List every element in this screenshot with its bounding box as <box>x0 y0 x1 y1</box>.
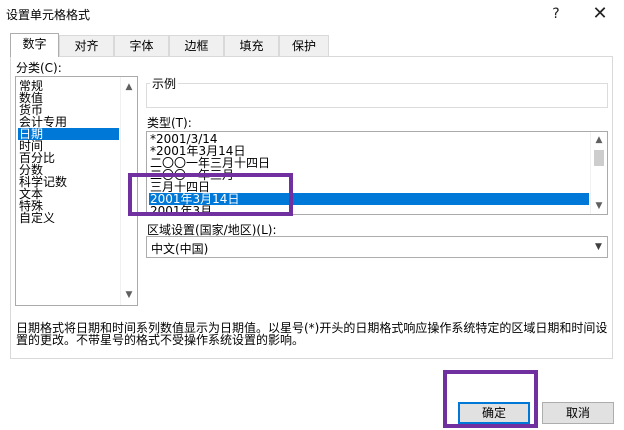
cancel-button[interactable]: 取消 <box>542 402 614 424</box>
scroll-thumb[interactable] <box>594 150 604 166</box>
ok-button[interactable]: 确定 <box>458 402 530 424</box>
tab-alignment[interactable]: 对齐 <box>59 35 114 56</box>
sample-preview <box>146 83 608 108</box>
help-icon[interactable]: ? <box>536 0 576 30</box>
list-item-selected[interactable]: 2001年3月14日 <box>149 193 589 205</box>
locale-select[interactable]: 中文(中国) ▼ <box>146 236 608 258</box>
scroll-up-icon[interactable]: ▲ <box>591 132 607 148</box>
list-item[interactable]: 自定义 <box>18 212 119 224</box>
sample-label: 示例 <box>150 75 179 92</box>
type-label: 类型(T): <box>147 116 192 130</box>
tab-protection[interactable]: 保护 <box>279 35 329 56</box>
chevron-down-icon[interactable]: ▼ <box>590 237 607 257</box>
scroll-down-icon[interactable]: ▼ <box>121 287 137 303</box>
title-bar: 设置单元格格式 ? ✕ <box>0 0 624 30</box>
list-item[interactable]: 2001年3月 <box>149 205 589 214</box>
category-list[interactable]: 常规 数值 货币 会计专用 日期 时间 百分比 分数 科学记数 文本 特殊 自定… <box>15 76 138 306</box>
scroll-up-icon[interactable]: ▲ <box>121 79 137 95</box>
type-scrollbar[interactable]: ▲ ▼ <box>590 132 607 214</box>
tab-border[interactable]: 边框 <box>169 35 224 56</box>
tab-font[interactable]: 字体 <box>114 35 169 56</box>
category-scrollbar[interactable]: ▲ ▼ <box>120 77 137 305</box>
tab-number[interactable]: 数字 <box>10 33 59 57</box>
category-label: 分类(C): <box>16 61 62 75</box>
dialog-title: 设置单元格格式 <box>6 8 91 22</box>
tab-fill[interactable]: 填充 <box>224 35 279 56</box>
format-description: 日期格式将日期和时间系列数值显示为日期值。以星号(*)开头的日期格式响应操作系统… <box>16 321 608 347</box>
scroll-down-icon[interactable]: ▼ <box>591 198 607 214</box>
close-icon[interactable]: ✕ <box>580 0 620 30</box>
type-list[interactable]: *2001/3/14 *2001年3月14日 二〇〇一年三月十四日 二〇〇一年三… <box>146 131 608 215</box>
locale-value: 中文(中国) <box>151 242 209 256</box>
list-item[interactable]: 二〇〇一年三月 <box>149 169 589 181</box>
